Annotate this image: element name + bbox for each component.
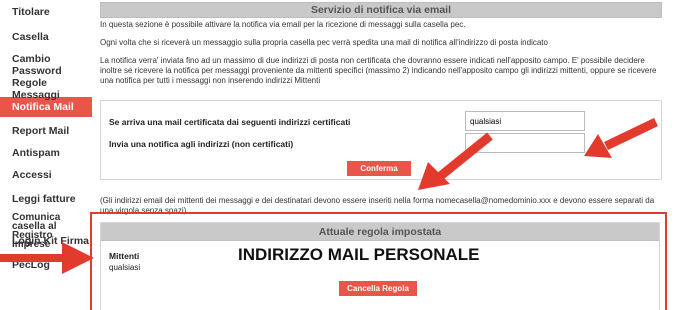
current-rule-box: Attuale regola impostata Mittenti qualsi… [100,222,660,310]
certified-senders-label: Se arriva una mail certificata dai segue… [109,117,351,127]
sidebar-item-accessi[interactable]: Accessi [0,161,92,183]
current-rule-highlight: Attuale regola impostata Mittenti qualsi… [90,212,667,310]
sidebar-item-cambio-password[interactable]: Cambio Password [0,45,92,77]
arrow-to-input-icon [584,118,658,158]
section-title: Servizio di notifica via email [100,2,662,18]
arrow-to-confirm-icon [418,132,493,190]
sidebar-item-titolare[interactable]: Titolare [0,2,92,23]
sidebar-item-casella[interactable]: Casella [0,23,92,45]
senders-label: Mittenti [109,251,140,261]
sidebar-item-report-mail[interactable]: Report Mail [0,117,92,139]
current-rule-title: Attuale regola impostata [101,223,659,241]
notify-addresses-label: Invia una notifica agli indirizzi (non c… [109,139,294,149]
intro-text-3: La notifica verra' inviata fino ad un ma… [100,56,657,85]
arrow-to-rule-icon [0,242,94,274]
sidebar-item-registro-imprese[interactable]: Comunica casella al Registro Imprese [0,207,92,250]
sidebar-item-leggi-fatture[interactable]: Leggi fatture [0,183,92,207]
notification-form: Se arriva una mail certificata dai segue… [100,100,662,180]
sidebar-item-antispam[interactable]: Antispam [0,139,92,161]
certified-senders-input[interactable] [465,111,585,131]
recipient-address: INDIRIZZO MAIL PERSONALE [238,245,480,264]
delete-rule-button[interactable]: Cancella Regola [339,281,417,296]
main-content: Servizio di notifica via email In questa… [90,0,667,310]
intro-text-2: Ogni volta che si riceverà un messaggio … [100,38,548,47]
intro-text-1: In questa sezione è possibile attivare l… [100,20,466,29]
senders-value: qualsiasi [109,263,141,272]
confirm-button[interactable]: Conferma [347,161,411,176]
